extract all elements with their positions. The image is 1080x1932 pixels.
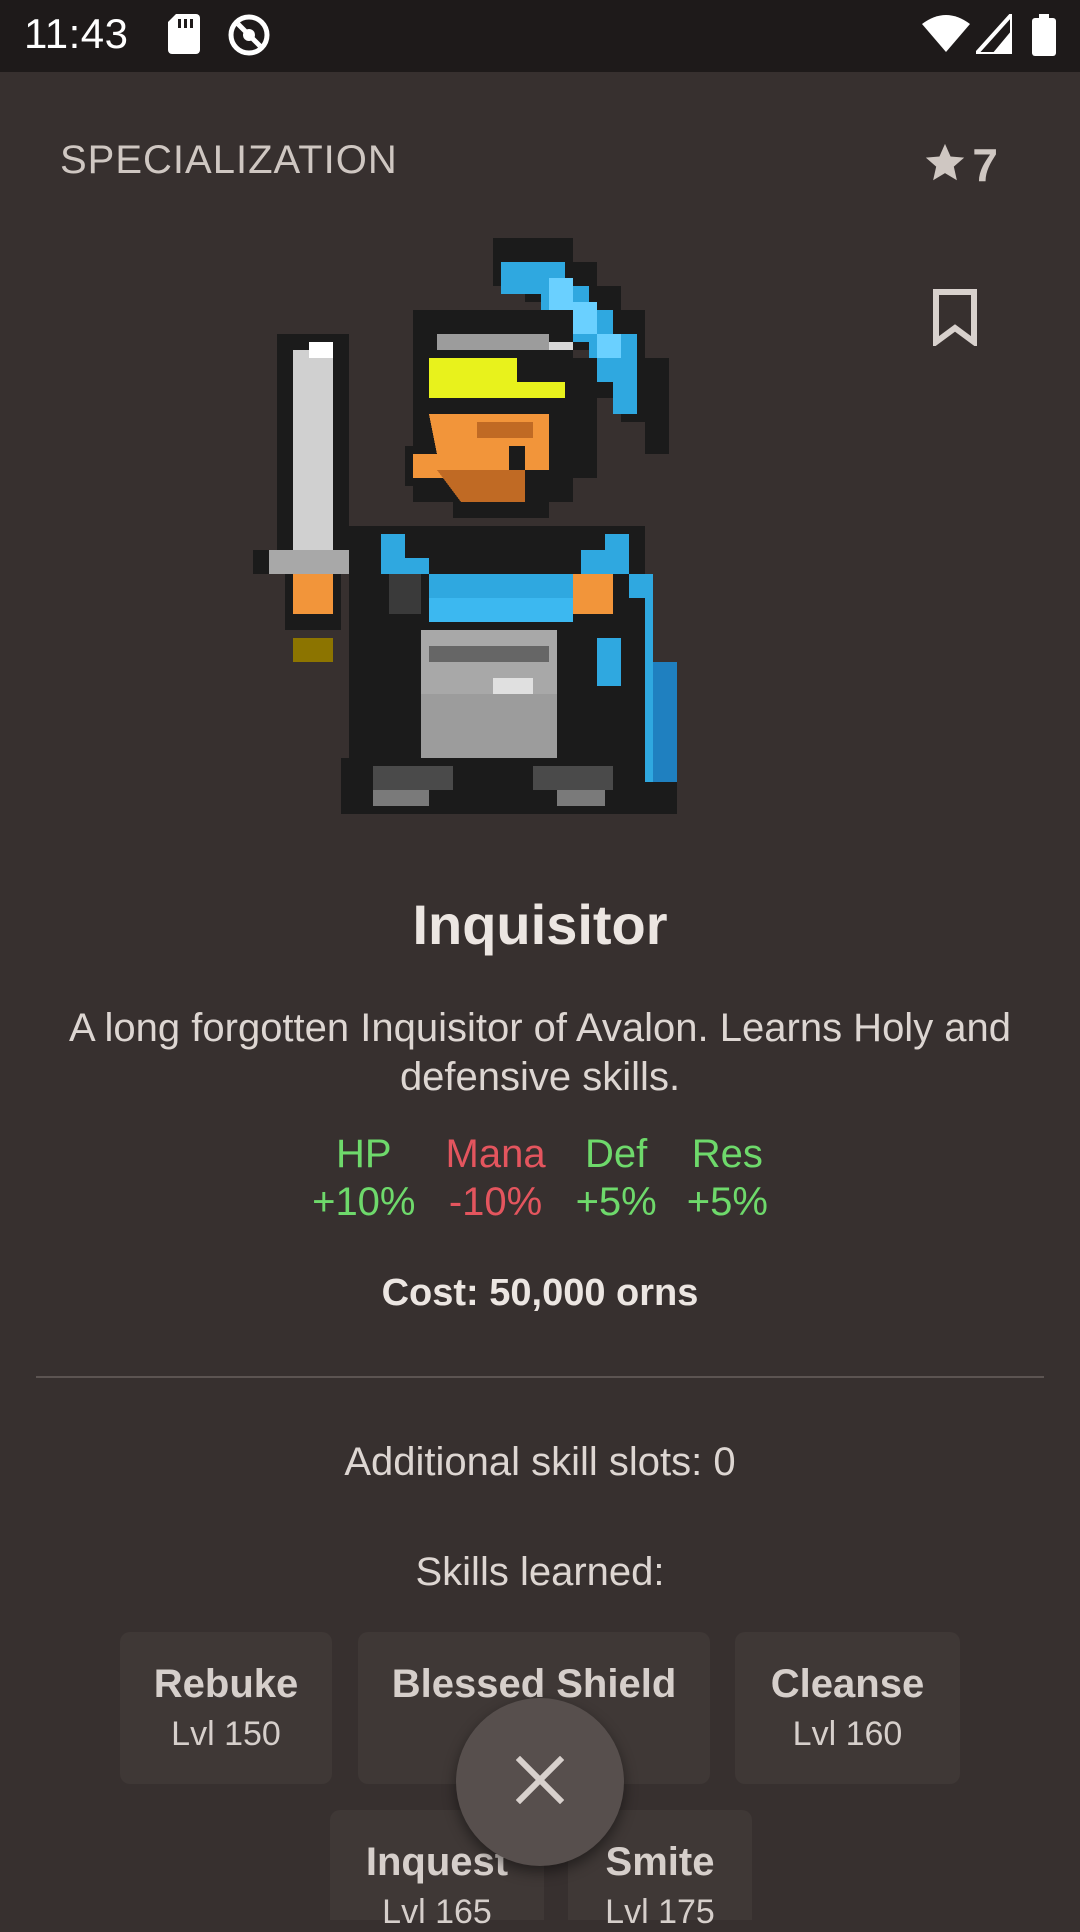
skills-learned-label: Skills learned: (415, 1550, 665, 1594)
class-description: A long forgotten Inquisitor of Avalon. L… (68, 1006, 1012, 1099)
skill-card-cleanse[interactable]: Cleanse Lvl 160 (735, 1632, 960, 1784)
class-name: Inquisitor (412, 893, 668, 956)
stat-label: HP (336, 1132, 392, 1176)
skill-level: Lvl 150 (171, 1715, 281, 1753)
close-button[interactable] (456, 1698, 624, 1866)
stat-hp: HP +10% (312, 1130, 415, 1226)
additional-skill-slots: Additional skill slots: 0 (344, 1440, 736, 1484)
cost-text: Cost: 50,000 orns (381, 1272, 699, 1314)
battery-icon (1032, 14, 1056, 61)
skill-level: Lvl 175 (605, 1893, 715, 1931)
skill-card-rebuke[interactable]: Rebuke Lvl 150 (120, 1632, 332, 1784)
bookmark-button[interactable] (932, 288, 978, 351)
stat-value: +5% (575, 1180, 657, 1224)
class-avatar (253, 238, 763, 819)
skill-name: Rebuke (153, 1662, 299, 1706)
rank-badge: 7 (922, 138, 998, 192)
signal-icon (971, 8, 1014, 59)
close-icon (515, 1755, 565, 1809)
stat-def: Def +5% (576, 1130, 657, 1226)
stat-mana: Mana -10% (446, 1130, 546, 1226)
status-bar: 11:43 (0, 0, 1080, 72)
stat-res: Res +5% (687, 1130, 768, 1226)
page-title: SPECIALIZATION (60, 138, 398, 182)
sd-card-icon (168, 14, 200, 59)
rank-value: 7 (972, 139, 998, 191)
divider (36, 1376, 1044, 1378)
skill-name: Smite (605, 1840, 715, 1884)
wifi-icon (922, 14, 970, 59)
skill-name: Cleanse (770, 1662, 925, 1706)
skill-level: Lvl 165 (382, 1893, 492, 1931)
stat-value: +10% (312, 1180, 416, 1224)
skill-level: Lvl 160 (792, 1715, 903, 1753)
stat-label: Mana (445, 1132, 546, 1176)
sync-icon (226, 12, 272, 63)
stat-label: Res (691, 1132, 763, 1176)
stat-label: Def (585, 1132, 648, 1176)
stat-modifiers: HP +10% Mana -10% Def +5% Res +5% (0, 1130, 1080, 1226)
stat-value: +5% (686, 1180, 768, 1224)
status-time: 11:43 (24, 10, 129, 57)
star-icon (922, 140, 968, 191)
bookmark-icon (932, 289, 978, 350)
stat-value: -10% (448, 1180, 543, 1224)
